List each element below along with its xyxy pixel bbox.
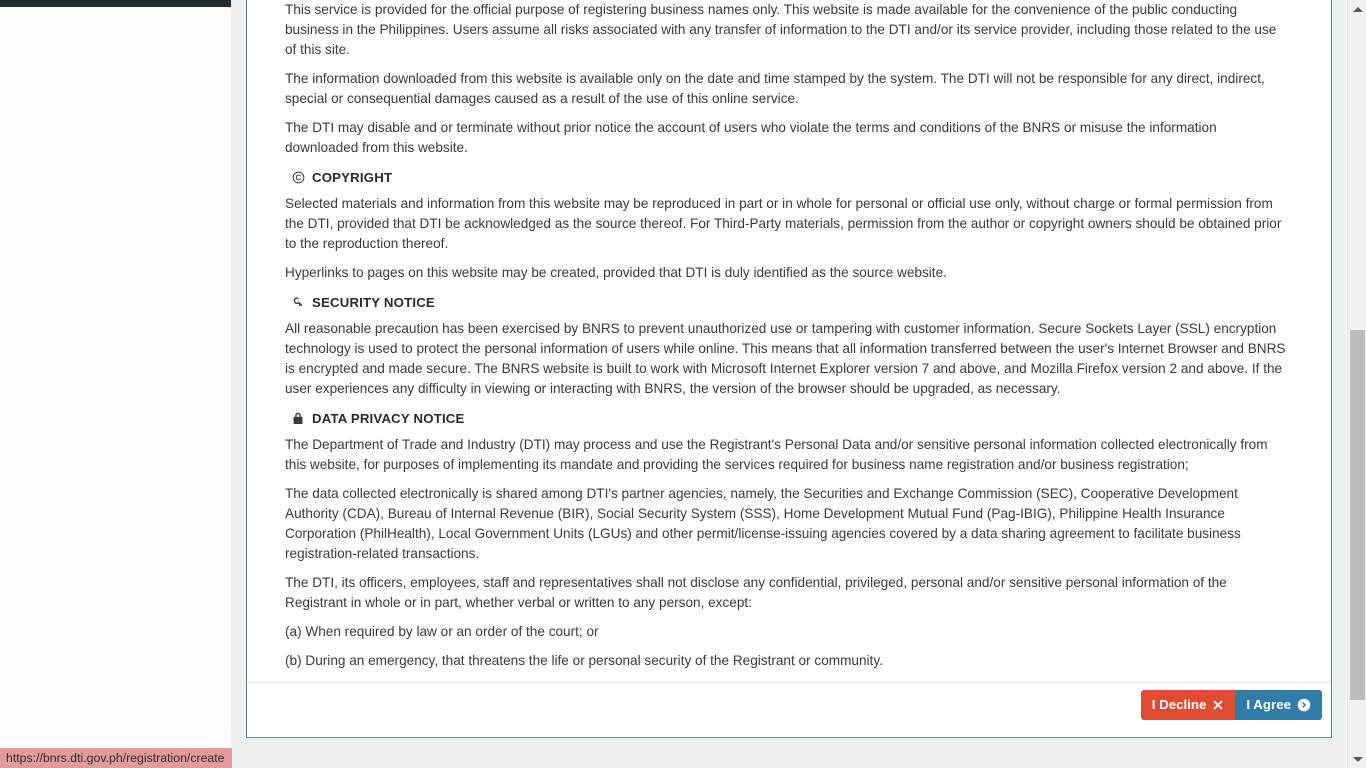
terms-document-body: This service is provided for the officia… [285,0,1290,680]
terms-content-panel: This service is provided for the officia… [246,0,1332,738]
scrollbar-thumb[interactable] [1350,330,1365,700]
agree-button[interactable]: I Agree [1235,690,1322,720]
status-bar-link-preview: https://bnrs.dti.gov.ph/registration/cre… [0,748,232,768]
intro-paragraph: The information downloaded from this web… [285,71,1265,106]
page-gutter [231,0,246,768]
section-title: DATA PRIVACY NOTICE [312,411,465,426]
page-background-right [1333,0,1346,768]
terms-footer-bar: I Decline I Agree [247,682,1331,737]
top-dark-bar [0,0,231,7]
page-scrollbar[interactable] [1347,0,1366,768]
left-sidebar-region [0,0,231,768]
browser-viewport: This service is provided for the officia… [0,0,1366,768]
section-title: COPYRIGHT [312,170,393,185]
agree-button-label: I Agree [1246,697,1291,713]
key-icon [291,296,305,310]
decline-button[interactable]: I Decline [1140,690,1236,720]
scrollbar-up-button[interactable] [1348,0,1366,18]
security-paragraph: All reasonable precaution has been exerc… [285,321,1286,396]
lock-icon [291,412,305,426]
terms-action-button-group: I Decline I Agree [1140,690,1322,720]
privacy-paragraph: The Department of Trade and Industry (DT… [285,437,1268,472]
decline-button-label: I Decline [1151,697,1207,713]
copyright-paragraph: Hyperlinks to pages on this website may … [285,265,947,280]
privacy-paragraph: The DTI, its officers, employees, staff … [285,575,1227,610]
section-heading-security-notice: SECURITY NOTICE [291,295,1290,310]
copyright-paragraph: Selected materials and information from … [285,196,1282,251]
privacy-paragraph: The data collected electronically is sha… [285,486,1241,561]
intro-paragraph: The DTI may disable and or terminate wit… [285,120,1217,155]
section-title: SECURITY NOTICE [312,295,435,310]
close-x-icon [1212,699,1224,711]
chevron-down-icon [1352,756,1363,762]
page-background-bottom [246,738,1346,768]
privacy-exception-item: (b) During an emergency, that threatens … [285,653,883,668]
section-heading-copyright: COPYRIGHT [291,170,1290,185]
privacy-exception-item: (a) When required by law or an order of … [285,624,599,639]
intro-paragraph: This service is provided for the officia… [285,2,1277,57]
chevron-up-icon [1352,6,1363,12]
scrollbar-down-button[interactable] [1348,750,1366,768]
arrow-circle-right-icon [1297,698,1311,712]
copyright-icon [291,171,305,185]
section-heading-data-privacy-notice: DATA PRIVACY NOTICE [291,411,1290,426]
